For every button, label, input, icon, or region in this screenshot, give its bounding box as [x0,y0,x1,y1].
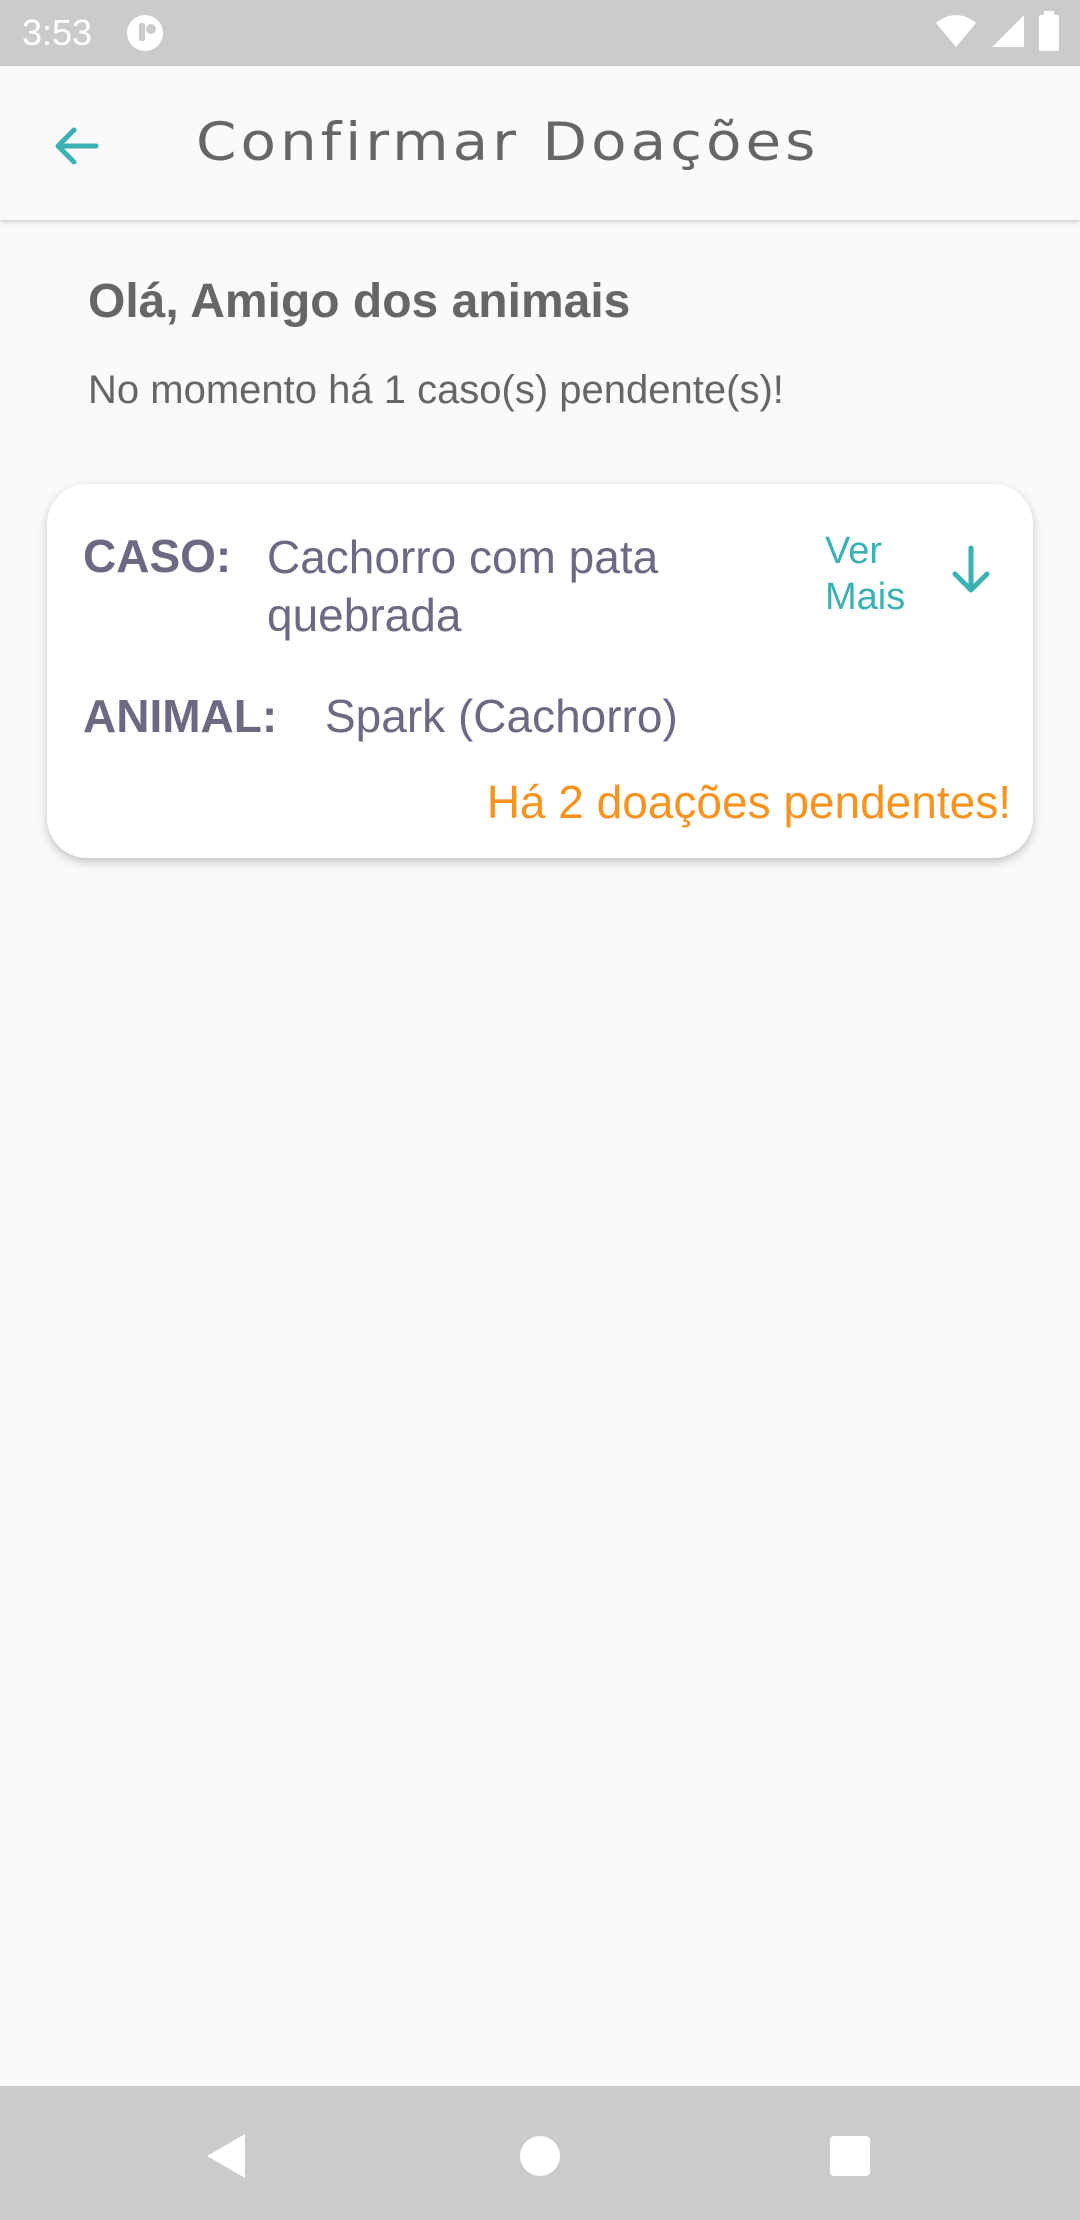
system-nav-bar [0,2086,1080,2220]
nav-back-button[interactable] [186,2116,266,2196]
arrow-down-icon [943,542,999,598]
nav-home-button[interactable] [500,2116,580,2196]
pending-donations-note: Há 2 doações pendentes! [486,776,1011,828]
circle-home-icon [520,2136,560,2176]
greeting-title: Olá, Amigo dos animais [88,275,631,328]
case-card[interactable]: CASO: Cachorro com pata quebrada Ver Mai… [47,484,1033,858]
see-more-button[interactable]: Ver Mais [825,528,1015,628]
wifi-icon [934,13,978,54]
nav-recents-button[interactable] [810,2116,890,2196]
case-value: Cachorro com pata quebrada [267,531,659,641]
app-bar: Confirmar Doações [0,66,1080,220]
battery-icon [1038,10,1060,56]
triangle-back-icon [207,2134,245,2178]
arrow-left-icon [55,127,99,165]
animal-value: Spark (Cachorro) [325,690,678,742]
status-time: 3:53 [22,12,93,53]
pending-cases-summary: No momento há 1 caso(s) pendente(s)! [88,368,784,412]
status-icons [934,10,1060,56]
case-label: CASO: [83,530,232,582]
status-bar: 3:53 [0,0,1080,66]
animal-label: ANIMAL: [83,690,278,742]
square-recents-icon [830,2136,870,2176]
cellular-signal-icon [990,13,1026,54]
notification-icon [126,14,164,52]
back-button[interactable] [36,106,116,186]
page-title: Confirmar Doações [196,111,820,173]
see-more-label: Ver Mais [825,530,906,618]
